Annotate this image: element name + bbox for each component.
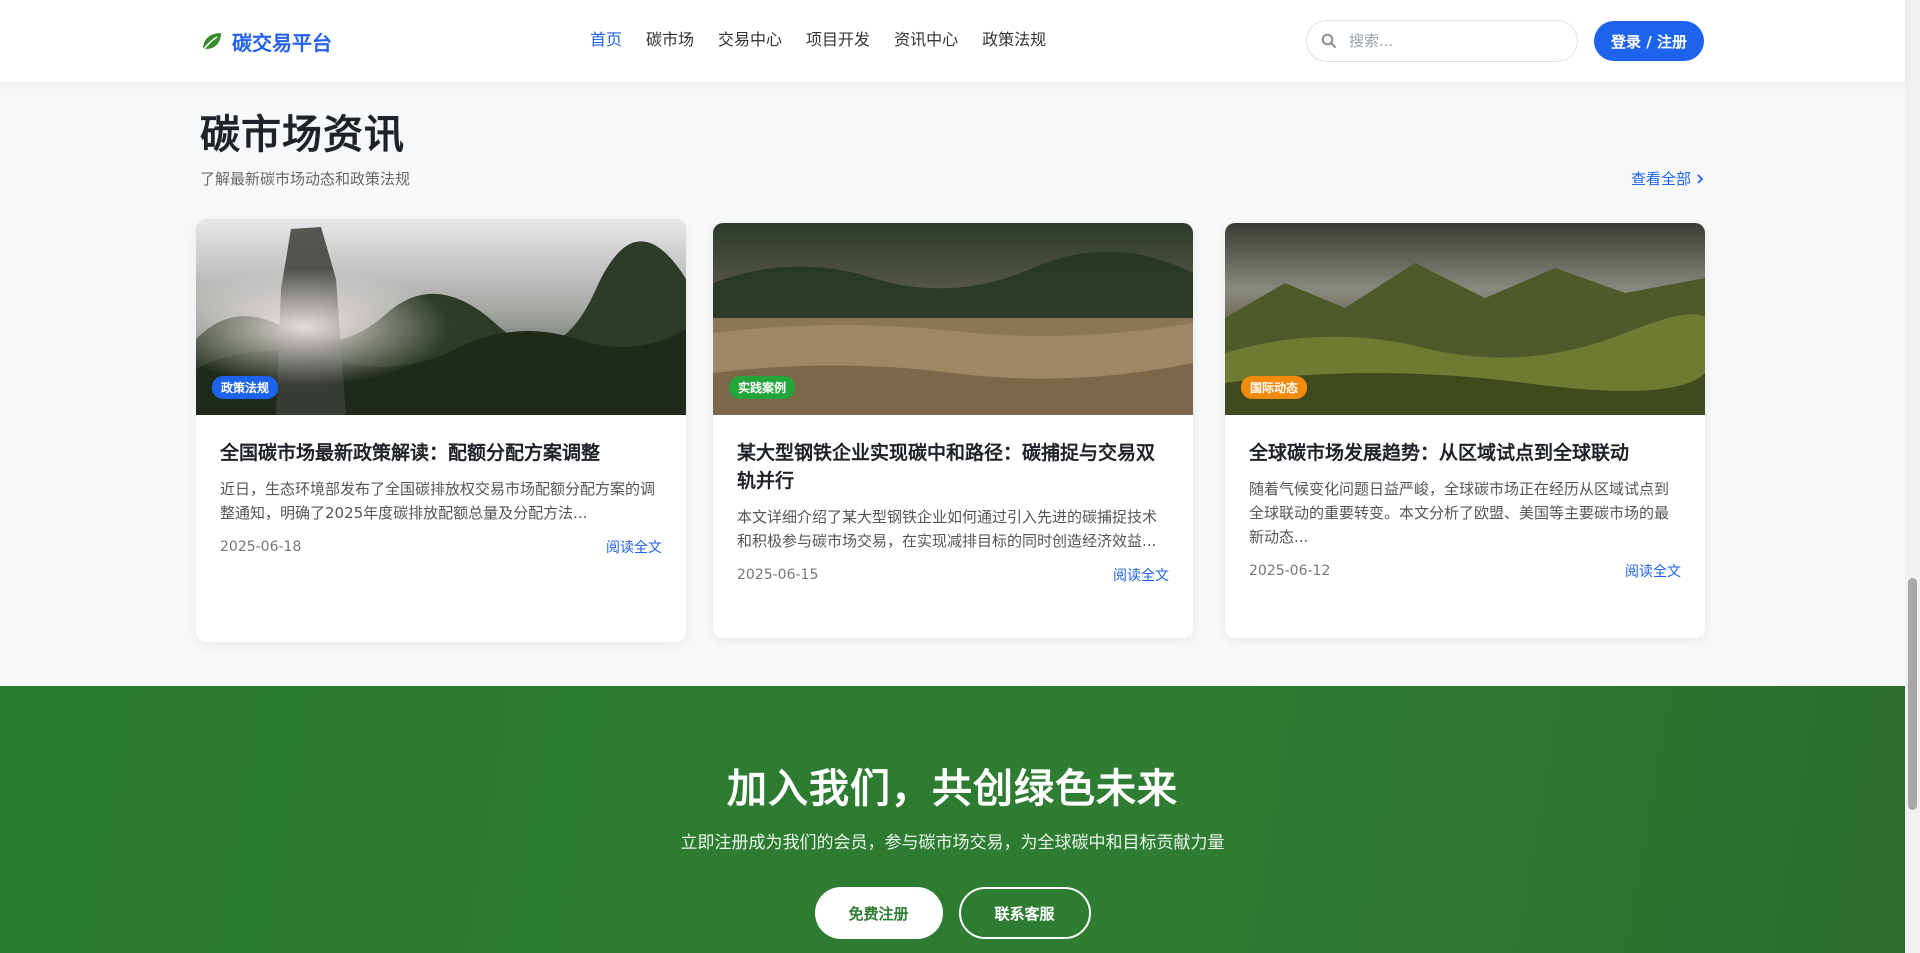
news-card-desc: 近日，生态环境部发布了全国碳排放权交易市场配额分配方案的调整通知，明确了2025… (220, 480, 656, 522)
cta-section: 加入我们，共创绿色未来 立即注册成为我们的会员，参与碳市场交易，为全球碳中和目标… (0, 686, 1905, 953)
category-tag: 实践案例 (729, 376, 796, 399)
nav-item-project-dev[interactable]: 项目开发 (806, 28, 870, 52)
news-card[interactable]: 实践案例 某大型钢铁企业实现碳中和路径：碳捕捉与交易双轨并行 本文详细介绍了某大… (713, 223, 1193, 638)
news-card-desc: 随着气候变化问题日益严峻，全球碳市场正在经历从区域试点到全球联动的重要转变。本文… (1249, 480, 1670, 546)
search-input[interactable] (1349, 32, 1549, 50)
news-card-date: 2025-06-15 (737, 567, 819, 583)
contact-support-button[interactable]: 联系客服 (958, 887, 1091, 939)
logo[interactable]: 碳交易平台 (200, 26, 332, 56)
nav-item-home[interactable]: 首页 (590, 28, 622, 52)
news-card-image: 国际动态 (1225, 223, 1705, 415)
section-title: 碳市场资讯 (200, 112, 405, 158)
search-box[interactable] (1306, 20, 1578, 62)
cta-subtitle: 立即注册成为我们的会员，参与碳市场交易，为全球碳中和目标贡献力量 (680, 833, 1225, 853)
top-header: 碳交易平台 首页 碳市场 交易中心 项目开发 资讯中心 政策法规 登录 / 注册 (0, 0, 1905, 82)
view-all-label: 查看全部 (1630, 170, 1691, 188)
nav-item-trading-center[interactable]: 交易中心 (718, 28, 782, 52)
free-register-button[interactable]: 免费注册 (814, 887, 943, 939)
news-card-image: 政策法规 (196, 219, 686, 415)
section-subtitle: 了解最新碳市场动态和政策法规 (200, 170, 411, 188)
read-more-link[interactable]: 阅读全文 (606, 537, 662, 557)
nav-item-policy[interactable]: 政策法规 (982, 28, 1046, 52)
main-nav: 首页 碳市场 交易中心 项目开发 资讯中心 政策法规 (590, 28, 1046, 52)
page-scrollbar[interactable] (1905, 0, 1920, 953)
login-register-button[interactable]: 登录 / 注册 (1594, 21, 1704, 61)
news-card-title[interactable]: 某大型钢铁企业实现碳中和路径：碳捕捉与交易双轨并行 (737, 439, 1169, 495)
leaf-icon (202, 33, 221, 51)
news-card-desc: 本文详细介绍了某大型钢铁企业如何通过引入先进的碳捕捉技术和积极参与碳市场交易，在… (737, 508, 1158, 550)
nav-item-news-center[interactable]: 资讯中心 (894, 28, 958, 52)
news-card-date: 2025-06-12 (1249, 563, 1331, 579)
read-more-link[interactable]: 阅读全文 (1625, 561, 1681, 581)
read-more-link[interactable]: 阅读全文 (1113, 565, 1169, 585)
news-card-date: 2025-06-18 (220, 539, 302, 555)
news-card-title[interactable]: 全国碳市场最新政策解读：配额分配方案调整 (220, 439, 662, 467)
news-card-image: 实践案例 (713, 223, 1193, 415)
nav-item-carbon-market[interactable]: 碳市场 (646, 28, 694, 52)
cta-title: 加入我们，共创绿色未来 (727, 766, 1178, 812)
category-tag: 国际动态 (1241, 376, 1308, 399)
chevron-right-icon (1697, 173, 1704, 184)
scrollbar-thumb[interactable] (1908, 578, 1917, 810)
view-all-link[interactable]: 查看全部 (1631, 168, 1705, 189)
category-tag: 政策法规 (212, 376, 279, 399)
news-card-title[interactable]: 全球碳市场发展趋势：从区域试点到全球联动 (1249, 439, 1681, 467)
logo-text: 碳交易平台 (232, 30, 332, 55)
search-icon (1321, 33, 1336, 48)
news-card[interactable]: 国际动态 全球碳市场发展趋势：从区域试点到全球联动 随着气候变化问题日益严峻，全… (1225, 223, 1705, 638)
news-card[interactable]: 政策法规 全国碳市场最新政策解读：配额分配方案调整 近日，生态环境部发布了全国碳… (196, 219, 686, 642)
